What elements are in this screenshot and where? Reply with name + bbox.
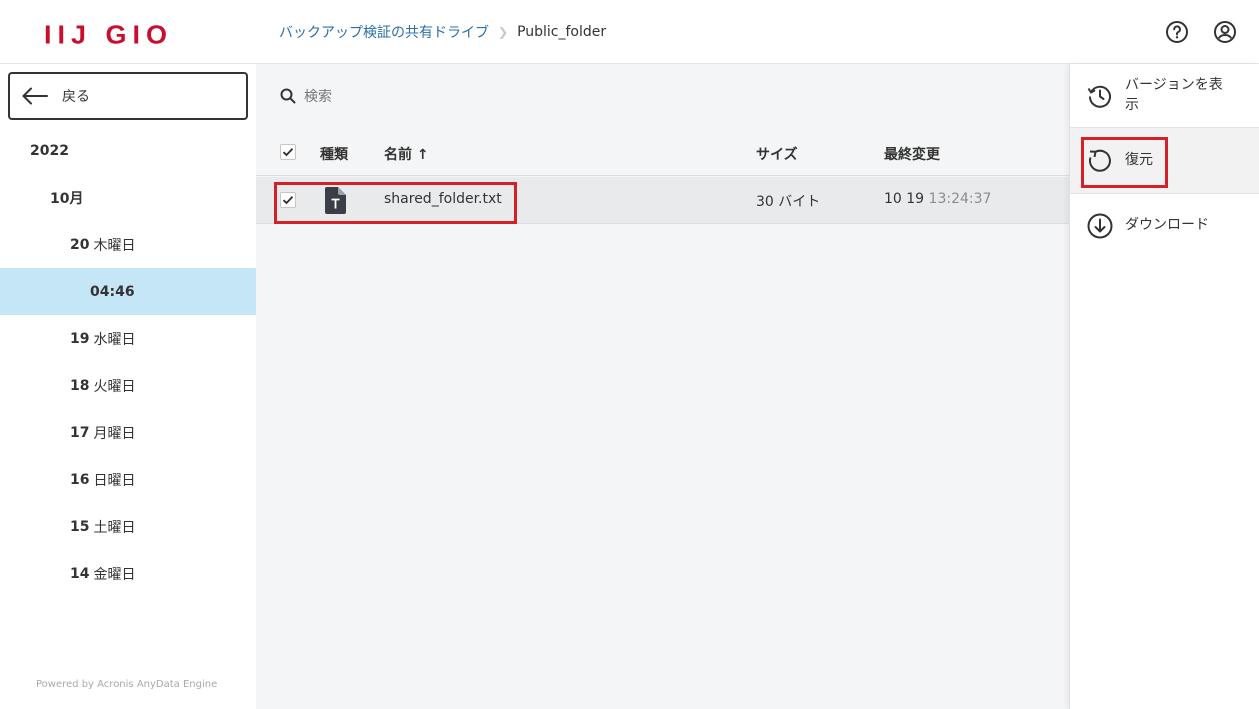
tree-item-month-label: 10月 — [50, 190, 84, 207]
select-all-checkbox[interactable] — [280, 144, 296, 160]
tree-item-time[interactable]: 04:46 — [0, 268, 256, 315]
download-label: ダウンロード — [1125, 217, 1209, 233]
view-versions-label: バージョンを表示 — [1125, 77, 1223, 113]
tree-item-day-label: 木曜日 — [93, 237, 136, 254]
tree-item-day-num: 16 — [70, 471, 90, 488]
file-modified-time: 13:24:37 — [928, 191, 992, 207]
search-icon — [280, 88, 296, 104]
tree-item-day-label: 水曜日 — [93, 331, 136, 348]
tree-item-day-label: 月曜日 — [93, 425, 136, 442]
arrow-left-icon — [22, 87, 48, 105]
column-modified[interactable]: 最終変更 — [884, 144, 940, 164]
tree-item-day-num: 14 — [70, 565, 90, 582]
file-size: 30 バイト — [756, 194, 821, 210]
chevron-right-icon: ❯ — [498, 25, 509, 39]
tree-item-day-num: 15 — [70, 518, 90, 535]
breadcrumb-parent-link[interactable]: バックアップ検証の共有ドライブ — [279, 22, 489, 42]
tree-item-day[interactable]: 17 月曜日 — [0, 409, 256, 456]
highlight-box-restore — [1081, 137, 1168, 188]
tree-item-day[interactable]: 18 火曜日 — [0, 362, 256, 409]
back-button-label: 戻る — [62, 89, 90, 105]
help-icon[interactable] — [1165, 20, 1189, 44]
tree-item-day-num: 19 — [70, 330, 90, 347]
checkmark-icon — [282, 148, 294, 157]
tree-item-day-num: 18 — [70, 377, 90, 394]
download-icon — [1087, 213, 1113, 239]
tree-item-day-num: 20 — [70, 236, 90, 253]
tree-item-day[interactable]: 16 日曜日 — [0, 456, 256, 503]
column-size[interactable]: サイズ — [756, 144, 798, 164]
file-modified: 10 19 13:24:37 — [884, 191, 991, 207]
file-list-panel: 検索 種類 名前 ↑ サイズ 最終変更 shared_folder.txt 30… — [256, 64, 1069, 709]
tree-item-month[interactable]: 10月 — [0, 174, 256, 221]
tree-item-day[interactable]: 20 木曜日 — [0, 221, 256, 268]
tree-item-day-num: 17 — [70, 424, 90, 441]
column-type[interactable]: 種類 — [320, 144, 348, 164]
table-header: 種類 名前 ↑ サイズ 最終変更 — [256, 128, 1069, 176]
logo: IIJ GIO — [44, 20, 174, 50]
tree-item-day-label: 土曜日 — [93, 519, 136, 536]
header: IIJ GIO バックアップ検証の共有ドライブ ❯ Public_folder — [0, 0, 1259, 64]
powered-by-text: Powered by Acronis AnyData Engine — [36, 679, 218, 690]
search-placeholder: 検索 — [304, 89, 332, 105]
sidebar: 戻る 2022 10月 20 木曜日 04:46 19 水曜日 18 火曜日 17 月曜… — [0, 64, 256, 709]
view-versions-button[interactable]: バージョンを表示 — [1070, 64, 1259, 128]
tree-item-day[interactable]: 14 金曜日 — [0, 550, 256, 597]
tree-item-time-label: 04:46 — [90, 283, 135, 300]
breadcrumb: バックアップ検証の共有ドライブ ❯ Public_folder — [279, 22, 606, 42]
account-icon[interactable] — [1213, 20, 1237, 44]
tree-item-day-label: 金曜日 — [93, 566, 136, 583]
tree-item-day-label: 日曜日 — [93, 472, 136, 489]
search-input[interactable]: 検索 — [280, 86, 332, 106]
tree-item-year[interactable]: 2022 — [0, 127, 256, 174]
download-button[interactable]: ダウンロード — [1070, 194, 1259, 258]
tree-item-year-label: 2022 — [30, 142, 69, 159]
breadcrumb-current: Public_folder — [517, 24, 607, 40]
history-icon — [1087, 85, 1111, 108]
column-name[interactable]: 名前 ↑ — [384, 144, 429, 164]
file-modified-date: 10 19 — [884, 191, 925, 207]
tree-item-day[interactable]: 19 水曜日 — [0, 315, 256, 362]
tree-item-day-label: 火曜日 — [93, 378, 136, 395]
highlight-box-file-row — [274, 182, 517, 224]
back-button[interactable]: 戻る — [8, 72, 248, 120]
tree-item-day[interactable]: 15 土曜日 — [0, 503, 256, 550]
